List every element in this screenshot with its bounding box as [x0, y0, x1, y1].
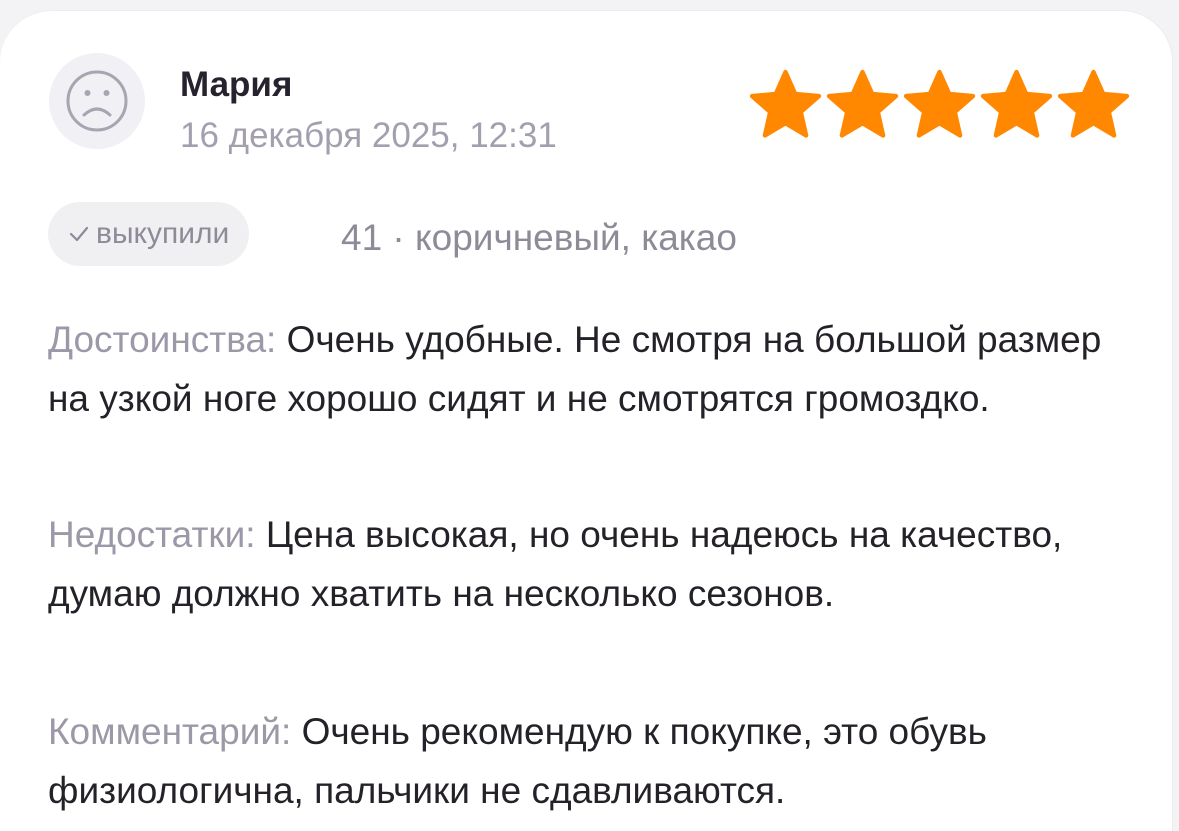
review-pros: Достоинства: Очень удобные. Не смотря на… [48, 310, 1148, 428]
star-icon [1057, 69, 1130, 138]
author-avatar [49, 53, 145, 149]
purchased-badge: выкупили [48, 202, 250, 266]
star-icon [826, 69, 899, 138]
author-name: Мария [180, 65, 293, 104]
star-icon [903, 69, 976, 138]
product-variant: 41 · коричневый, какао [341, 217, 737, 258]
star-icon [980, 69, 1053, 138]
sad-face-icon [66, 70, 128, 132]
rating-stars [748, 67, 1132, 147]
review-cons: Недостатки: Цена высокая, но очень надею… [48, 505, 1148, 623]
star-icon [749, 69, 822, 138]
comment-label: Комментарий: [48, 711, 292, 752]
review-comment: Комментарий: Очень рекомендую к покупке,… [48, 702, 1148, 820]
review-card: Мария 16 декабря 2025, 12:31 выкупили 41… [0, 10, 1173, 831]
review-date: 16 декабря 2025, 12:31 [180, 116, 557, 155]
cons-label: Недостатки: [48, 514, 256, 555]
check-icon [69, 226, 89, 242]
purchased-badge-label: выкупили [96, 217, 230, 250]
pros-label: Достоинства: [48, 319, 277, 360]
